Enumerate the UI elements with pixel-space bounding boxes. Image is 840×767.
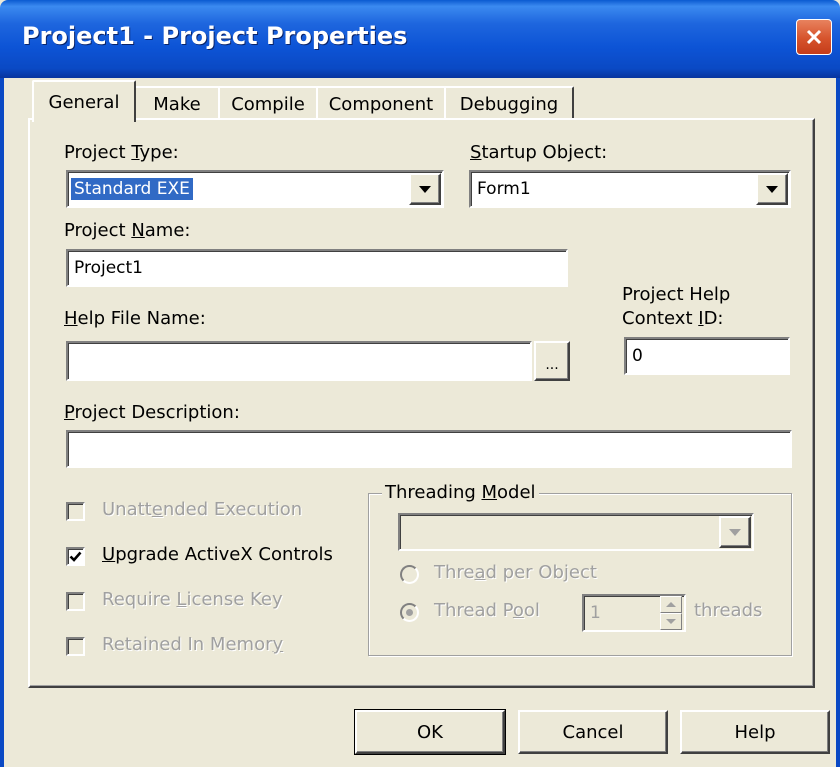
arrow-down-icon xyxy=(666,619,676,624)
retained-in-memory-checkbox[interactable] xyxy=(66,637,85,656)
project-name-input[interactable]: Project1 xyxy=(66,249,568,287)
startup-object-select[interactable]: Form1 xyxy=(469,170,791,208)
require-license-key-label: Require License Key xyxy=(102,589,283,610)
thread-per-object-label: Thread per Object xyxy=(434,562,597,583)
chevron-down-icon xyxy=(729,528,741,536)
require-license-key-checkbox[interactable] xyxy=(66,592,85,611)
checkmark-icon xyxy=(69,551,82,562)
cancel-button-label: Cancel xyxy=(562,721,624,743)
window-frame-left xyxy=(0,78,4,767)
retained-in-memory-label: Retained In Memory xyxy=(102,634,284,655)
tab-general[interactable]: General xyxy=(32,80,136,122)
tab-compile[interactable]: Compile xyxy=(218,86,318,120)
tab-label: Debugging xyxy=(459,93,559,115)
upgrade-activex-controls-checkbox[interactable] xyxy=(66,547,85,566)
project-help-context-label: Project Help Context ID: xyxy=(622,284,731,329)
radio-dot xyxy=(406,609,413,616)
help-file-name-input[interactable] xyxy=(66,341,532,381)
threading-model-select[interactable] xyxy=(398,513,754,551)
spin-up-button[interactable] xyxy=(660,596,682,613)
project-help-context-input[interactable]: 0 xyxy=(624,337,790,375)
project-description-label: Project Description: xyxy=(64,402,240,423)
browse-button[interactable]: ... xyxy=(534,341,570,381)
threads-label: threads xyxy=(694,600,763,621)
thread-pool-count-value: 1 xyxy=(590,603,601,623)
arrow-up-icon xyxy=(666,602,676,607)
tab-debugging[interactable]: Debugging xyxy=(444,86,574,120)
thread-pool-radio[interactable] xyxy=(400,603,419,622)
close-icon xyxy=(806,29,822,45)
ok-button[interactable]: OK xyxy=(354,709,506,755)
project-name-value: Project1 xyxy=(74,258,143,278)
browse-button-label: ... xyxy=(545,357,559,373)
tab-label: Make xyxy=(153,93,201,115)
project-type-label: Project Type: xyxy=(64,142,179,163)
spin-down-button[interactable] xyxy=(660,613,682,630)
threading-model-dropdown-button[interactable] xyxy=(719,516,751,548)
unattended-execution-label: Unattended Execution xyxy=(102,499,303,520)
window-frame-right xyxy=(836,78,840,767)
window-title: Project1 - Project Properties xyxy=(22,22,408,50)
cancel-button[interactable]: Cancel xyxy=(518,710,668,754)
help-button[interactable]: Help xyxy=(680,710,830,754)
help-button-label: Help xyxy=(734,721,776,743)
ok-button-label: OK xyxy=(417,721,443,743)
thread-pool-label: Thread Pool xyxy=(434,600,540,621)
tab-label: General xyxy=(48,91,120,113)
project-properties-dialog: Project1 - Project Properties General Ma… xyxy=(0,0,840,767)
startup-object-dropdown-button[interactable] xyxy=(756,173,788,205)
upgrade-activex-controls-label: Upgrade ActiveX Controls xyxy=(102,544,333,565)
chevron-down-icon xyxy=(419,185,431,193)
project-type-dropdown-button[interactable] xyxy=(409,173,441,205)
project-description-input[interactable] xyxy=(66,430,792,468)
startup-object-value: Form1 xyxy=(477,179,531,199)
unattended-execution-checkbox[interactable] xyxy=(66,502,85,521)
project-help-context-value: 0 xyxy=(632,346,643,366)
project-type-value: Standard EXE xyxy=(71,178,193,200)
tab-label: Component xyxy=(328,93,434,115)
tab-label: Compile xyxy=(231,93,305,115)
tab-component[interactable]: Component xyxy=(316,86,446,120)
help-file-name-label: Help File Name: xyxy=(64,308,206,329)
thread-per-object-radio[interactable] xyxy=(400,565,419,584)
project-type-select[interactable]: Standard EXE xyxy=(66,170,444,208)
threading-model-legend: Threading Model xyxy=(382,482,539,503)
tab-make[interactable]: Make xyxy=(134,86,220,120)
project-name-label: Project Name: xyxy=(64,220,191,241)
title-bar: Project1 - Project Properties xyxy=(0,0,840,78)
chevron-down-icon xyxy=(766,185,778,193)
close-button[interactable] xyxy=(796,19,832,55)
startup-object-label: Startup Object: xyxy=(470,142,608,163)
